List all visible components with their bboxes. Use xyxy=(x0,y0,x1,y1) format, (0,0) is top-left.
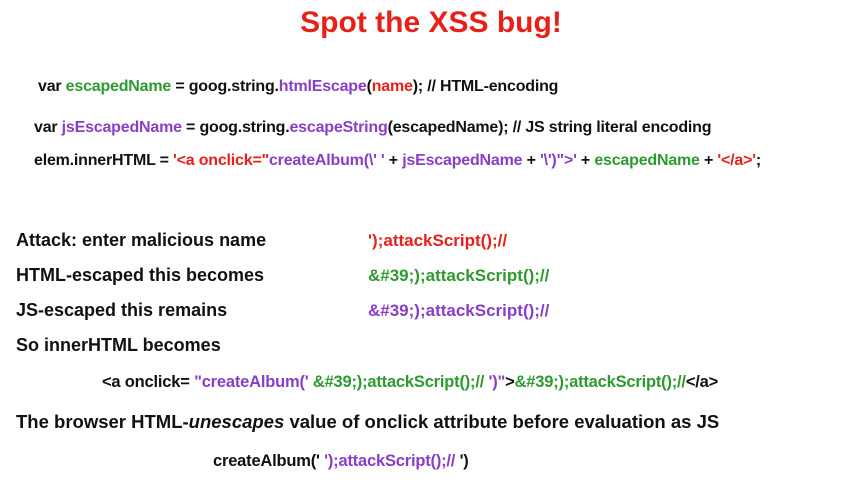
code-token: name xyxy=(371,78,413,95)
code-token: createAlbum(' xyxy=(213,452,325,470)
code-token: escapedName xyxy=(65,78,172,95)
code-token: ; xyxy=(755,152,761,169)
code-token: + xyxy=(384,152,403,169)
code-token: htmlEscape xyxy=(278,78,367,95)
innerhtml-label: So innerHTML becomes xyxy=(16,335,221,355)
innerhtml-result-line: <a onclick= "createAlbum(' &#39;);attack… xyxy=(102,373,718,392)
text-fragment: onclick xyxy=(364,411,429,432)
slide-title: Spot the XSS bug! xyxy=(300,6,562,39)
evaluated-js-line: createAlbum(' ');attackScript();// ') xyxy=(213,452,469,471)
code-token: (escapedName); // JS string literal enco… xyxy=(387,119,712,136)
html-escaped-label: HTML-escaped this becomes xyxy=(16,265,265,285)
code-token: ); // HTML-encoding xyxy=(412,78,559,95)
code-line-1: var escapedName = goog.string.htmlEscape… xyxy=(38,78,558,96)
code-token: &#39;);attackScript();// xyxy=(312,373,489,391)
code-token: = goog.string. xyxy=(171,78,279,95)
code-token: + xyxy=(699,152,718,169)
code-token: elem.innerHTML = xyxy=(34,152,174,169)
code-token: escapeString xyxy=(289,119,388,136)
code-token: <a onclick= xyxy=(102,373,195,391)
code-token: var xyxy=(38,78,66,95)
code-token: '</a>' xyxy=(717,152,756,169)
code-token: ');attackScript();// xyxy=(324,452,460,470)
text-fragment: unescapes xyxy=(188,411,285,432)
html-escaped-value: &#39;);attackScript();// xyxy=(368,266,550,285)
code-token: createAlbum(\' ' xyxy=(268,152,385,169)
code-token: + xyxy=(576,152,595,169)
code-token: > xyxy=(505,373,515,391)
code-token: ')" xyxy=(488,373,506,391)
code-token: </a> xyxy=(685,373,719,391)
code-token: '\')">' xyxy=(539,152,577,169)
attack-value: ');attackScript();// xyxy=(368,231,508,250)
attack-label: Attack: enter malicious name xyxy=(16,230,267,250)
code-token: = goog.string. xyxy=(181,119,290,136)
code-token: '<a onclick=" xyxy=(173,152,269,169)
text-fragment: attribute before evaluation as JS xyxy=(428,411,720,432)
code-token: jsEscapedName xyxy=(61,119,182,136)
browser-unescape-line: The browser HTML-unescapes value of oncl… xyxy=(16,411,719,433)
code-token: var xyxy=(34,119,62,136)
code-token: jsEscapedName xyxy=(402,152,523,169)
text-fragment: value of xyxy=(284,411,365,432)
code-line-2: var jsEscapedName = goog.string.escapeSt… xyxy=(34,119,712,137)
code-token: escapedName xyxy=(594,152,700,169)
js-escaped-label: JS-escaped this remains xyxy=(16,300,228,320)
js-escaped-value: &#39;);attackScript();// xyxy=(368,301,550,320)
code-token: &#39;);attackScript();// xyxy=(514,373,686,391)
code-line-3: elem.innerHTML = '<a onclick="createAlbu… xyxy=(34,152,761,170)
code-token: ') xyxy=(459,452,469,470)
code-token: + xyxy=(522,152,540,169)
code-token: "createAlbum(' xyxy=(194,373,313,391)
text-fragment: The browser HTML- xyxy=(16,411,189,432)
